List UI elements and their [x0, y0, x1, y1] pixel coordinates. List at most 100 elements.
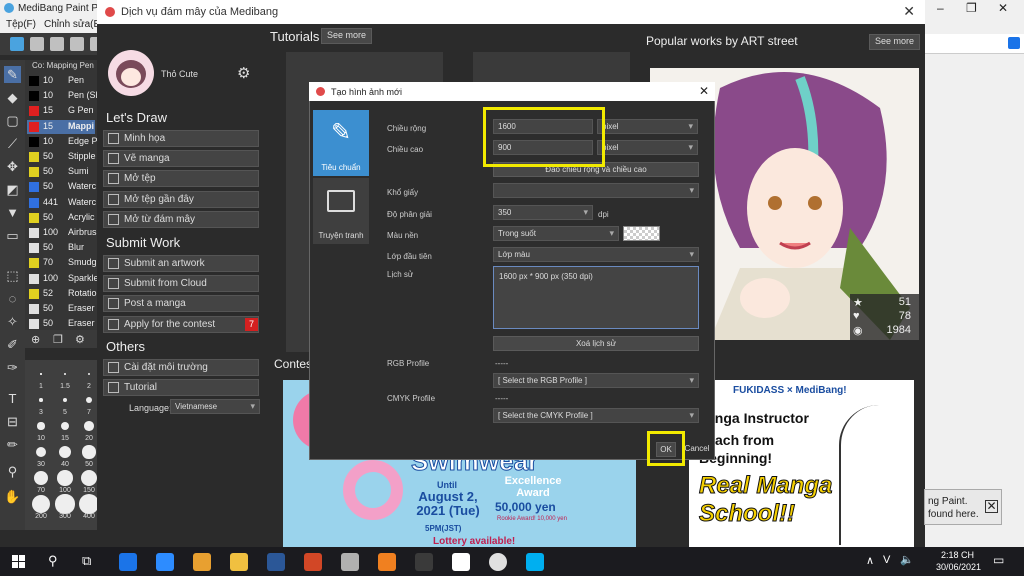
others-item[interactable]: Cài đặt môi trường — [103, 359, 259, 376]
submitwork-item[interactable]: Submit from Cloud — [103, 275, 259, 293]
hand-tool-icon[interactable]: ✋ — [4, 488, 21, 505]
height-unit-select[interactable]: pixel — [597, 140, 698, 155]
cloud-close-icon[interactable]: ✕ — [903, 3, 915, 20]
text-tool-icon[interactable]: T — [4, 390, 21, 407]
windows-start-icon[interactable] — [12, 555, 25, 568]
brush-row[interactable]: 50 Sumi — [27, 165, 95, 179]
close-icon[interactable]: ✕ — [998, 1, 1008, 15]
zalo-app-icon[interactable] — [119, 553, 137, 571]
brush-size-dot[interactable] — [37, 422, 45, 430]
brush-row[interactable]: 50 Eraser ( — [27, 302, 98, 316]
settings-gear-icon[interactable]: ⚙ — [237, 64, 250, 82]
select-pen-icon[interactable]: ✐ — [4, 336, 21, 353]
dialog-close-icon[interactable]: ✕ — [699, 84, 709, 98]
add-brush-icon[interactable]: ⊕ — [31, 333, 40, 346]
brush-size-dot[interactable] — [87, 372, 91, 376]
cmyk-profile-select[interactable]: [ Select the CMYK Profile ] — [493, 408, 699, 423]
popular-see-more-button[interactable]: See more — [869, 34, 920, 50]
brush-row[interactable]: 15 G Pen — [27, 104, 95, 118]
language-select[interactable]: Vietnamese — [170, 399, 260, 414]
brush-size-dot[interactable] — [33, 470, 49, 486]
brush-row[interactable]: 10 Edge P — [27, 135, 98, 149]
cancel-button[interactable]: Cancel — [683, 442, 711, 457]
chat-icon[interactable] — [70, 37, 84, 51]
brush-row[interactable]: 52 Rotation — [27, 287, 98, 301]
lasso-icon[interactable]: ◌ — [4, 290, 21, 307]
rect-select-icon[interactable]: ▢ — [4, 112, 21, 129]
brush-size-dot[interactable] — [39, 398, 43, 402]
letsdraw-item[interactable]: Mở từ đám mây — [103, 210, 259, 228]
brush-size-dot[interactable] — [82, 445, 96, 459]
brush-tool-icon[interactable]: ✎ — [4, 66, 21, 83]
input-language[interactable]: V — [883, 554, 890, 566]
comment-icon[interactable] — [50, 37, 64, 51]
select-eraser-icon[interactable]: ✑ — [4, 359, 21, 376]
notification-close-icon[interactable]: ✕ — [985, 500, 998, 513]
brush-size-dot[interactable] — [86, 397, 92, 403]
menu-file[interactable]: Tệp(F) — [6, 19, 36, 30]
search-icon[interactable]: ⚲ — [48, 553, 58, 569]
brush-size-dot[interactable] — [84, 421, 94, 431]
zoom-app-icon[interactable] — [156, 553, 174, 571]
brush-size-dot[interactable] — [80, 469, 98, 487]
share-icon[interactable] — [30, 37, 44, 51]
background-color-swatch[interactable] — [623, 226, 660, 241]
brush-row[interactable]: 100 Airbrus — [27, 226, 97, 240]
background-select[interactable]: Trong suốt — [493, 226, 619, 241]
line-tool-icon[interactable]: ⟋ — [4, 135, 21, 152]
history-entry[interactable]: 1600 px * 900 px (350 dpi) — [499, 272, 593, 281]
settings-brush-icon[interactable]: ⚙ — [75, 333, 85, 346]
cloud-icon[interactable] — [10, 37, 24, 51]
eyedropper-icon[interactable]: ⚲ — [4, 463, 21, 480]
avatar[interactable] — [108, 50, 154, 96]
files-app-icon[interactable] — [378, 553, 396, 571]
skype-app-icon[interactable] — [526, 553, 544, 571]
brush-row[interactable]: 50 Stipple — [27, 150, 96, 164]
task-view-icon[interactable]: ⧉ — [82, 553, 91, 569]
brush-row[interactable]: 10 Pen — [27, 74, 95, 88]
brush-row[interactable]: 70 Smudgi — [27, 256, 98, 270]
brush-row[interactable]: 15 Mappi — [27, 119, 95, 134]
resolution-select[interactable]: 350 — [493, 205, 593, 220]
paper-size-select[interactable] — [493, 183, 699, 198]
word-app-icon[interactable] — [267, 553, 285, 571]
copy-brush-icon[interactable]: ❐ — [53, 333, 63, 346]
volume-icon[interactable]: 🔈 — [900, 553, 914, 566]
letsdraw-item[interactable]: Vẽ manga — [103, 150, 259, 168]
operation-tool-icon[interactable]: ⊟ — [4, 413, 21, 430]
submitwork-item[interactable]: Post a manga — [103, 295, 259, 313]
lasso-select-icon[interactable]: ⬚ — [4, 267, 21, 284]
fill-tool-icon[interactable]: ◩ — [4, 181, 21, 198]
menu-edit[interactable]: Chỉnh sửa(E) — [44, 19, 104, 30]
brush-row[interactable]: 100 Sparkle — [27, 272, 98, 286]
tray-chevron-icon[interactable]: ∧ — [866, 554, 874, 567]
explorer-app-icon[interactable] — [230, 553, 248, 571]
chrome-app-icon[interactable] — [489, 553, 507, 571]
tutorials-see-more-button[interactable]: See more — [321, 28, 372, 44]
tab-comic[interactable]: Truyện tranh — [313, 178, 369, 244]
bucket-tool-icon[interactable]: ▼ — [4, 204, 21, 221]
medibang-app-icon[interactable] — [415, 553, 433, 571]
first-layer-select[interactable]: Lớp màu — [493, 247, 699, 262]
chevron-down-icon[interactable] — [1008, 37, 1020, 49]
brush-row[interactable]: 50 Acrylic — [27, 211, 95, 225]
brush-size-dot[interactable] — [62, 397, 68, 403]
others-item[interactable]: Tutorial — [103, 379, 259, 397]
brush-row[interactable]: 50 Blur — [27, 241, 95, 255]
submitwork-item[interactable]: Submit an artwork — [103, 255, 259, 272]
brush-size-dot[interactable] — [57, 470, 73, 486]
powerpoint-app-icon[interactable] — [304, 553, 322, 571]
contest-banner-right[interactable]: FUKIDASS × MediBang! anga Instructor ach… — [689, 380, 914, 547]
rgb-profile-select[interactable]: [ Select the RGB Profile ] — [493, 373, 699, 388]
brush-size-dot[interactable] — [55, 494, 75, 514]
snip-app-icon[interactable] — [193, 553, 211, 571]
brush-size-dot[interactable] — [40, 373, 42, 375]
brush-row[interactable]: 10 Pen (Sh — [27, 89, 98, 103]
tab-standard[interactable]: ✎ Tiêu chuẩn — [313, 110, 369, 176]
medibang-app-icon[interactable] — [452, 553, 470, 571]
dropper-alt-icon[interactable]: ✏ — [4, 436, 21, 453]
brush-row[interactable]: 441 Waterc — [27, 196, 96, 210]
notifications-icon[interactable]: ▭ — [993, 553, 1004, 567]
clock-time[interactable]: 2:18 CH — [941, 550, 974, 560]
brush-size-dot[interactable] — [64, 373, 66, 375]
